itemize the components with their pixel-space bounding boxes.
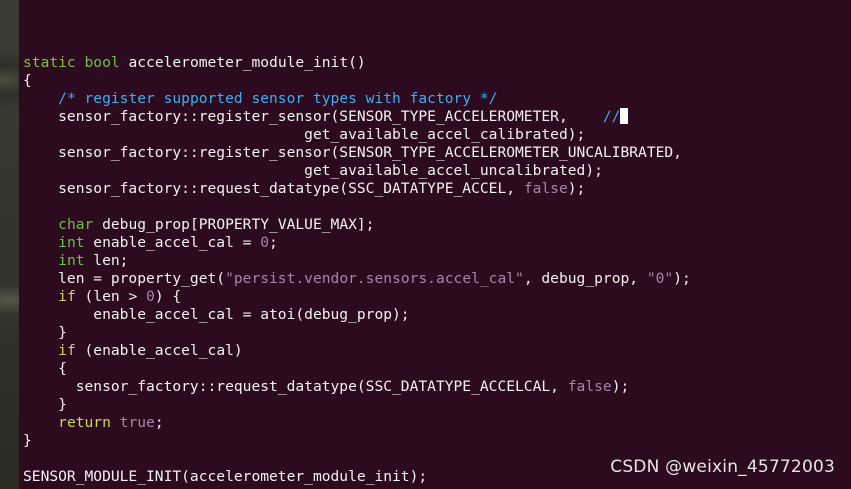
code-line[interactable] xyxy=(23,450,691,468)
control-keyword-token: if xyxy=(58,342,76,359)
code-line[interactable]: return true; xyxy=(23,414,691,432)
literal-token: 0 xyxy=(260,234,270,251)
code-text: sensor_factory::request_datatype(SSC_DAT… xyxy=(23,378,568,395)
code-text: } xyxy=(23,432,32,449)
comment-token: /* register supported sensor types with … xyxy=(58,90,498,107)
code-line[interactable]: } xyxy=(23,396,691,414)
code-text: ); xyxy=(567,180,586,197)
code-text: enable_accel_cal = atoi(debug_prop); xyxy=(23,306,410,323)
code-line[interactable] xyxy=(23,198,691,216)
text-cursor xyxy=(620,108,629,124)
type-token: bool xyxy=(84,54,120,71)
code-text: SENSOR_MODULE_INIT(accelerometer_module_… xyxy=(23,468,428,485)
code-line[interactable]: if (enable_accel_cal) xyxy=(23,342,691,360)
code-text: ); xyxy=(673,270,691,287)
code-text: } xyxy=(23,396,67,413)
literal-token: false xyxy=(523,180,568,197)
code-text: len = property_get( xyxy=(23,270,226,287)
code-line[interactable]: { xyxy=(23,72,691,90)
code-text: (enable_accel_cal) xyxy=(75,342,243,359)
code-line[interactable]: len = property_get("persist.vendor.senso… xyxy=(23,270,691,288)
code-line[interactable]: sensor_factory::register_sensor(SENSOR_T… xyxy=(23,108,691,126)
code-text: accelerometer_module_init() xyxy=(119,54,366,71)
code-text: } xyxy=(23,324,67,341)
type-token: int xyxy=(58,252,85,269)
code-text: sensor_factory::register_sensor(SENSOR_T… xyxy=(23,108,603,125)
vim-editor-buffer[interactable]: static bool accelerometer_module_init(){… xyxy=(23,36,691,489)
code-line[interactable]: { xyxy=(23,360,691,378)
code-text: sensor_factory::register_sensor(SENSOR_T… xyxy=(23,144,682,161)
literal-token: "persist.vendor.sensors.accel_cal" xyxy=(225,270,524,287)
type-token: int xyxy=(58,234,85,251)
code-text: get_available_accel_uncalibrated); xyxy=(23,162,603,179)
code-text: get_available_accel_calibrated); xyxy=(23,126,586,143)
code-line[interactable]: int enable_accel_cal = 0; xyxy=(23,234,691,252)
desktop-background: static bool accelerometer_module_init(){… xyxy=(0,0,851,489)
code-text: ; xyxy=(154,414,164,431)
literal-token: true xyxy=(119,414,155,431)
control-keyword-token: return xyxy=(58,414,111,431)
code-text: (len > xyxy=(75,288,147,305)
code-text: ); xyxy=(611,378,630,395)
code-text: , debug_prop, xyxy=(523,270,647,287)
code-text: { xyxy=(23,360,67,377)
literal-token: 0 xyxy=(146,288,155,305)
code-line[interactable] xyxy=(23,36,691,54)
code-line[interactable]: static bool accelerometer_module_init() xyxy=(23,54,691,72)
code-text: { xyxy=(23,72,32,89)
keyword-token: static xyxy=(23,54,76,71)
type-token: char xyxy=(58,216,94,233)
code-line[interactable]: sensor_factory::request_datatype(SSC_DAT… xyxy=(23,180,691,198)
code-text: ; xyxy=(269,234,278,251)
code-line[interactable]: sensor_factory::request_datatype(SSC_DAT… xyxy=(23,378,691,396)
literal-token: "0" xyxy=(646,270,674,287)
code-line[interactable]: } xyxy=(23,432,691,450)
code-line[interactable]: get_available_accel_uncalibrated); xyxy=(23,162,691,180)
code-line[interactable]: enable_accel_cal = atoi(debug_prop); xyxy=(23,306,691,324)
code-text: enable_accel_cal = xyxy=(84,234,261,251)
code-line[interactable]: if (len > 0) { xyxy=(23,288,691,306)
code-text: len; xyxy=(84,252,129,269)
code-line[interactable]: get_available_accel_calibrated); xyxy=(23,126,691,144)
terminal-window[interactable]: static bool accelerometer_module_init(){… xyxy=(19,0,851,489)
watermark-text: CSDN @weixin_45772003 xyxy=(610,457,835,477)
code-text: ) { xyxy=(154,288,182,305)
code-text: sensor_factory::request_datatype(SSC_DAT… xyxy=(23,180,524,197)
code-line[interactable]: char debug_prop[PROPERTY_VALUE_MAX]; xyxy=(23,216,691,234)
code-text: debug_prop[PROPERTY_VALUE_MAX]; xyxy=(93,216,375,233)
comment-token: // xyxy=(602,108,621,125)
code-line[interactable]: } xyxy=(23,324,691,342)
code-line[interactable]: int len; xyxy=(23,252,691,270)
literal-token: false xyxy=(567,378,612,395)
control-keyword-token: if xyxy=(58,288,76,305)
code-line[interactable]: sensor_factory::register_sensor(SENSOR_T… xyxy=(23,144,691,162)
code-line[interactable]: SENSOR_MODULE_INIT(accelerometer_module_… xyxy=(23,468,691,486)
code-line[interactable]: /* register supported sensor types with … xyxy=(23,90,691,108)
